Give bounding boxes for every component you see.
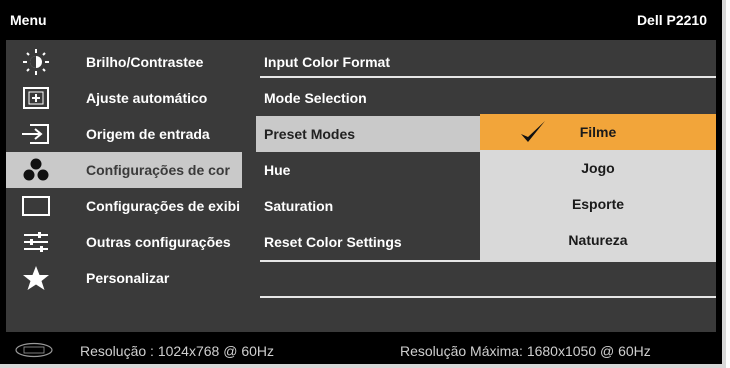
divider	[260, 296, 716, 298]
preset-option-label: Natureza	[568, 232, 628, 248]
menu-item-label: Hue	[264, 162, 291, 178]
sidebar-item-label: Outras configurações	[86, 234, 231, 250]
sidebar-item-auto-adjust[interactable]: Ajuste automático	[6, 80, 242, 116]
preset-option-natureza[interactable]: Natureza	[480, 222, 716, 258]
sidebar-item-color-settings[interactable]: Configurações de cor	[6, 152, 242, 188]
main-menu-sidebar: Brilho/Contrastee Ajuste automático Orig…	[6, 40, 242, 332]
menu-item-label: Mode Selection	[264, 90, 367, 106]
osd-header: Menu Dell P2210	[0, 0, 722, 40]
display-settings-icon	[22, 196, 50, 216]
dell-logo	[15, 342, 53, 358]
sidebar-item-input-source[interactable]: Origem de entrada	[6, 116, 242, 152]
preset-option-esporte[interactable]: Esporte	[480, 186, 716, 222]
max-resolution: Resolução Máxima: 1680x1050 @ 60Hz	[400, 343, 651, 359]
sidebar-item-label: Configurações de cor	[86, 162, 230, 178]
preset-modes-list: Filme Jogo Esporte Natureza	[480, 114, 716, 262]
menu-item-label: Input Color Format	[264, 54, 390, 70]
brightness-icon	[23, 49, 49, 75]
color-settings-icon	[23, 158, 49, 181]
preset-option-label: Jogo	[581, 160, 615, 176]
sidebar-item-label: Origem de entrada	[86, 126, 210, 142]
preset-option-label: Filme	[579, 124, 617, 140]
osd-footer: Resolução : 1024x768 @ 60Hz Resolução Má…	[0, 336, 722, 364]
preset-option-label: Esporte	[571, 196, 625, 212]
sidebar-item-display-settings[interactable]: Configurações de exibi	[6, 188, 242, 224]
star-icon	[23, 266, 49, 290]
menu-title: Menu	[10, 12, 47, 28]
menu-item-reset-color-settings[interactable]: Reset Color Settings	[260, 224, 480, 260]
menu-item-mode-selection[interactable]: Mode Selection	[260, 80, 480, 116]
divider	[260, 76, 716, 78]
sidebar-item-label: Configurações de exibi	[86, 198, 241, 214]
divider	[260, 260, 480, 262]
sidebar-item-personalize[interactable]: Personalizar	[6, 260, 242, 296]
sidebar-item-label: Ajuste automático	[86, 90, 208, 106]
menu-item-label: Reset Color Settings	[264, 234, 402, 250]
osd-window: Menu Dell P2210 Brilho/Contrastee Ajuste…	[0, 0, 726, 368]
current-resolution: Resolução : 1024x768 @ 60Hz	[80, 343, 274, 359]
menu-item-label: Saturation	[264, 198, 334, 214]
menu-item-preset-modes[interactable]: Preset Modes	[256, 116, 480, 152]
sidebar-item-label: Personalizar	[86, 270, 170, 286]
monitor-model: Dell P2210	[636, 12, 707, 28]
auto-adjust-icon	[23, 87, 49, 109]
menu-item-input-color-format[interactable]: Input Color Format	[260, 44, 480, 80]
menu-item-hue[interactable]: Hue	[260, 152, 480, 188]
preset-option-jogo[interactable]: Jogo	[480, 150, 716, 186]
input-source-icon	[22, 124, 49, 144]
sidebar-item-brightness-contrast[interactable]: Brilho/Contrastee	[6, 44, 242, 80]
preset-option-filme[interactable]: Filme	[480, 114, 716, 150]
sidebar-item-label: Brilho/Contrastee	[86, 54, 204, 70]
sidebar-item-other-settings[interactable]: Outras configurações	[6, 224, 242, 260]
menu-item-saturation[interactable]: Saturation	[260, 188, 480, 224]
other-settings-icon	[24, 232, 48, 252]
menu-item-label: Preset Modes	[264, 126, 356, 142]
